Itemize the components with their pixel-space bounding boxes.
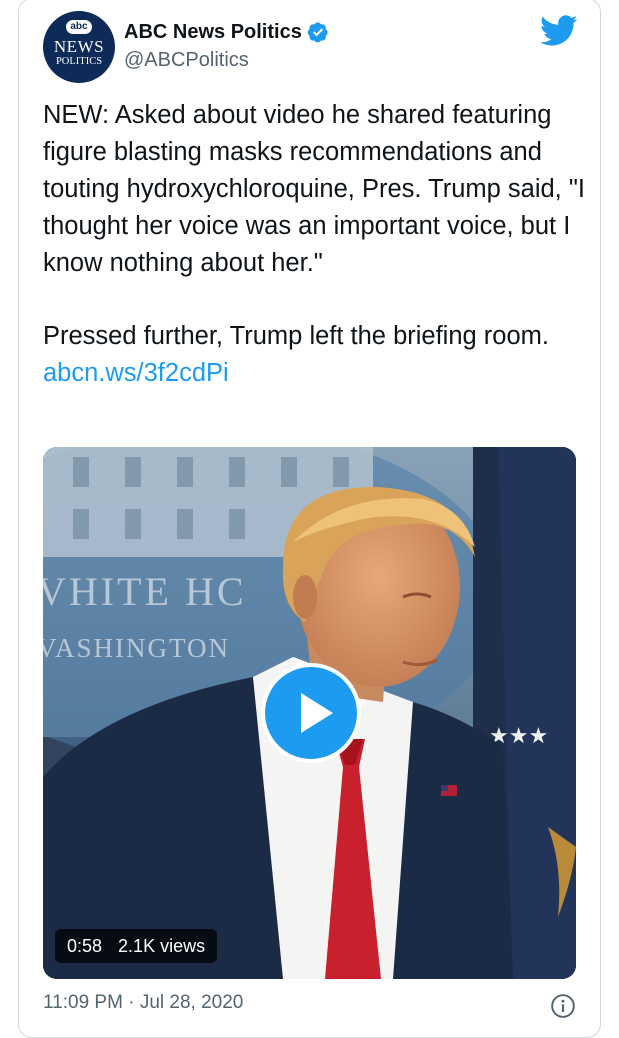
avatar-politics-text: POLITICS	[55, 56, 103, 67]
abc-logo: abc	[66, 20, 92, 34]
timestamp-date: Jul 28, 2020	[139, 992, 244, 1013]
video-views: 2.1K views	[118, 935, 206, 956]
display-name[interactable]: ABC News Politics	[124, 21, 302, 44]
timestamp[interactable]: 11:09 PM · Jul 28, 2020	[43, 992, 243, 1014]
play-icon	[301, 693, 333, 733]
video-player[interactable]: VHITE HC VASHINGTON ★★★ 0:58 2.1K views	[43, 447, 576, 979]
verified-badge-icon	[307, 22, 328, 43]
name-row: ABC News Politics	[124, 19, 329, 45]
info-icon[interactable]	[550, 993, 576, 1019]
timestamp-time: 11:09 PM	[43, 992, 123, 1013]
tweet-paragraph-1: NEW: Asked about video he shared featuri…	[43, 101, 585, 277]
tweet-card[interactable]: abc NEWS POLITICS ABC News Politics @ABC…	[18, 0, 601, 1038]
video-duration: 0:58	[67, 935, 103, 956]
backdrop-text-1: VHITE HC	[43, 569, 247, 614]
avatar[interactable]: abc NEWS POLITICS	[43, 11, 115, 83]
video-meta: 0:58 2.1K views	[55, 929, 218, 963]
play-button[interactable]	[261, 663, 361, 763]
tweet-paragraph-2: Pressed further, Trump left the briefing…	[43, 318, 588, 392]
avatar-news-text: NEWS	[53, 37, 105, 56]
tweet-link[interactable]: abcn.ws/3f2cdPi	[43, 359, 229, 387]
timestamp-separator: ·	[128, 992, 135, 1013]
tweet-text: NEW: Asked about video he shared featuri…	[43, 97, 588, 392]
handle[interactable]: @ABCPolitics	[124, 49, 249, 72]
twitter-bird-icon[interactable]	[540, 15, 578, 47]
backdrop-text-2: VASHINGTON	[43, 633, 230, 663]
tweet-paragraph-2-text: Pressed further, Trump left the briefing…	[43, 322, 549, 350]
